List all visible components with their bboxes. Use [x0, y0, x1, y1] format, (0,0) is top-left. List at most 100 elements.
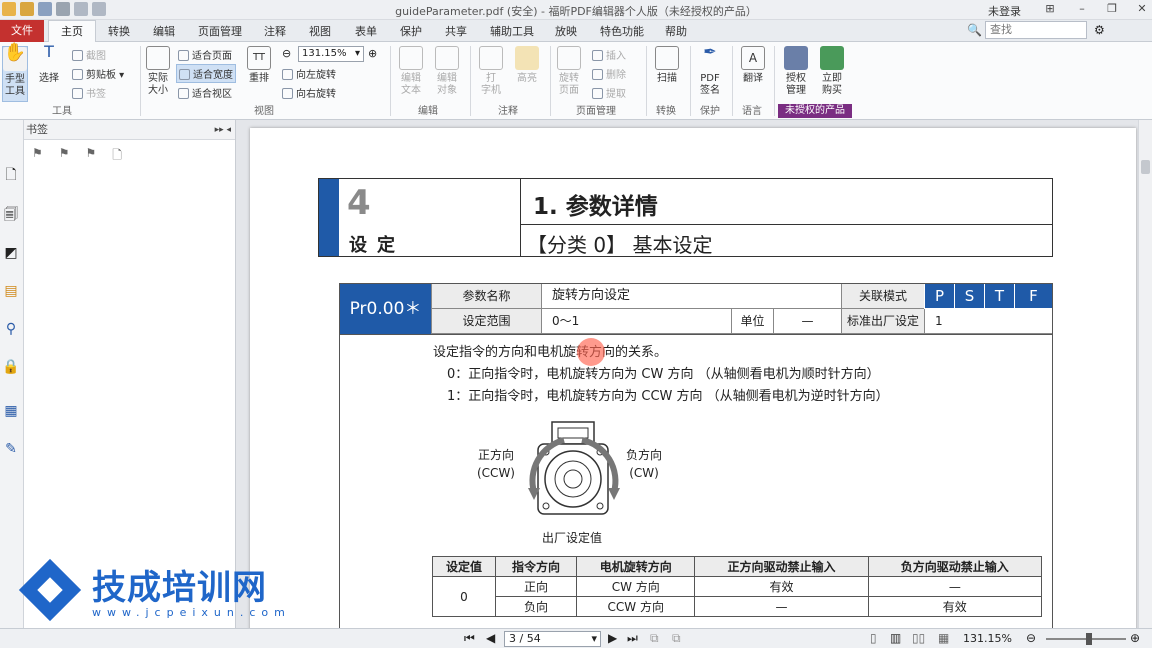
edit-text-button[interactable]: 编辑 文本 — [396, 46, 426, 97]
zoom-in-icon[interactable]: ⊕ — [368, 47, 377, 60]
close-icon[interactable]: ✕ — [1134, 2, 1150, 18]
fit-width-button[interactable]: 适合宽度 — [176, 64, 236, 83]
prev-page-icon[interactable]: ◀ — [486, 631, 495, 645]
fit-page-button[interactable]: 适合页面 — [178, 47, 232, 62]
ribbon-options-icon[interactable]: ⊞ — [1042, 2, 1058, 18]
table-header-row: 设定值 指令方向 电机旋转方向 正方向驱动禁止输入 负方向驱动禁止输入 — [432, 556, 1043, 577]
reflow-button[interactable]: TT 重排 — [246, 46, 272, 85]
lock-icon[interactable]: 🔒 — [2, 358, 20, 376]
tab-edit[interactable]: 编辑 — [153, 23, 175, 39]
settings-icon[interactable]: ⚙ — [1094, 23, 1105, 37]
tab-convert[interactable]: 转换 — [108, 23, 130, 39]
rotate-left-button[interactable]: 向左旋转 — [282, 66, 336, 81]
next-view-icon[interactable]: ⧉ — [672, 631, 681, 646]
edit-object-button[interactable]: 编辑 对象 — [432, 46, 462, 97]
tab-comment[interactable]: 注释 — [264, 23, 286, 39]
tab-file[interactable]: 文件 — [0, 20, 44, 42]
prev-view-icon[interactable]: ⧉ — [650, 631, 659, 646]
chapter-header: 4 设定 1. 参数详情 【分类 0】 基本设定 — [318, 178, 1053, 257]
hand-tool-button[interactable]: ✋ 手型 工具 — [2, 44, 28, 102]
search-input[interactable]: 查找 — [985, 21, 1087, 39]
rotate-right-button[interactable]: 向右旋转 — [282, 85, 336, 100]
table-header: 设定值 — [432, 556, 496, 577]
buy-now-button[interactable]: 立即 购买 — [816, 46, 848, 97]
find-icon: 🔍 — [967, 23, 982, 37]
tab-page-manage[interactable]: 页面管理 — [198, 23, 242, 39]
extract-page-button[interactable]: 提取 — [592, 85, 626, 100]
tab-form[interactable]: 表单 — [355, 23, 377, 39]
tab-help[interactable]: 帮助 — [665, 23, 687, 39]
title-bar: guideParameter.pdf (安全) - 福昕PDF编辑器个人版（未经… — [0, 0, 1152, 20]
continuous-icon[interactable]: ▥ — [890, 631, 901, 645]
fit-view-button[interactable]: 适合视区 — [178, 85, 232, 100]
scan-button[interactable]: 扫描 — [652, 46, 682, 85]
bookmark-options-icon[interactable]: 🗋 — [112, 146, 122, 167]
single-page-icon[interactable]: ▯ — [870, 631, 877, 645]
separator — [470, 46, 471, 116]
last-page-icon[interactable]: ⏭ — [627, 631, 638, 646]
document-area: 4 设定 1. 参数详情 【分类 0】 基本设定 Pr0.00＊ 参数名称 旋转… — [236, 120, 1152, 648]
next-page-icon[interactable]: ▶ — [608, 631, 617, 645]
zoom-in-status-icon[interactable]: ⊕ — [1130, 631, 1140, 645]
facing-icon[interactable]: ▯▯ — [912, 631, 925, 645]
panel-collapse-icon[interactable]: ▸▸ ◂ — [215, 120, 231, 140]
continuous-facing-icon[interactable]: ▦ — [938, 631, 949, 645]
scrollbar-thumb[interactable] — [1141, 160, 1150, 174]
insert-page-button[interactable]: 插入 — [592, 47, 626, 62]
mode-s: S — [954, 284, 984, 308]
pdf-sign-button[interactable]: ✒ PDF 签名 — [694, 44, 726, 97]
bookmark-button[interactable]: 书签 — [72, 85, 106, 100]
minimize-icon[interactable]: – — [1074, 2, 1090, 18]
zoom-out-status-icon[interactable]: ⊖ — [1026, 631, 1036, 645]
tab-home[interactable]: 主页 — [48, 20, 96, 43]
restore-icon[interactable]: ❐ — [1104, 2, 1120, 18]
attachment-icon[interactable]: ⚲ — [2, 320, 20, 338]
table-cell: 负向 — [494, 596, 578, 617]
table-cell: — — [694, 596, 869, 617]
typewriter-button[interactable]: 打 字机 — [476, 46, 506, 97]
zoom-out-icon[interactable]: ⊖ — [282, 47, 291, 60]
tab-features[interactable]: 特色功能 — [600, 23, 644, 39]
vertical-scrollbar[interactable] — [1138, 120, 1152, 628]
mode-p: P — [924, 284, 954, 308]
thumbnails-icon[interactable]: 🗐 — [2, 206, 20, 224]
rotate-left-icon — [282, 69, 293, 80]
comments-icon[interactable]: ▤ — [2, 282, 20, 300]
clipboard-button[interactable]: 剪贴板 ▾ — [72, 66, 124, 81]
range-value: 0〜1 — [541, 309, 731, 334]
separator — [774, 46, 775, 116]
label-default: 标准出厂设定 — [841, 309, 924, 334]
hand-icon: ✋ — [3, 44, 27, 71]
bookmark-find-icon[interactable]: ⚑ — [86, 146, 97, 167]
select-button[interactable]: T 选择 — [34, 44, 64, 85]
bookmark-add-icon[interactable]: ⚑ — [32, 146, 43, 167]
delete-page-button[interactable]: 删除 — [592, 66, 626, 81]
zoom-slider-thumb[interactable] — [1086, 633, 1092, 645]
tab-share[interactable]: 共享 — [445, 23, 467, 39]
highlight-button[interactable]: 高亮 — [512, 46, 542, 85]
tab-view[interactable]: 视图 — [309, 23, 331, 39]
bookmark-expand-icon[interactable]: ⚑ — [59, 146, 70, 167]
zoom-combobox[interactable]: 131.15% ▾ — [298, 46, 364, 62]
tab-slideshow[interactable]: 放映 — [555, 23, 577, 39]
parameter-code: Pr0.00＊ — [340, 284, 431, 334]
rotate-page-button[interactable]: 旋转 页面 — [554, 46, 584, 97]
login-button[interactable]: 未登录 — [988, 3, 1021, 19]
fit-view-icon — [178, 88, 189, 99]
first-page-icon[interactable]: ⏮ — [464, 631, 475, 646]
tab-protect[interactable]: 保护 — [400, 23, 422, 39]
form-icon[interactable]: ▦ — [2, 402, 20, 420]
license-manage-button[interactable]: 授权 管理 — [780, 46, 812, 97]
layers-icon[interactable]: ◩ — [2, 244, 20, 262]
translate-button[interactable]: A 翻译 — [738, 46, 768, 85]
label-range: 设定范围 — [431, 309, 541, 334]
signature-icon[interactable]: ✎ — [2, 440, 20, 458]
table-header: 正方向驱动禁止输入 — [694, 556, 869, 577]
screenshot-button[interactable]: 截图 — [72, 47, 106, 62]
tab-accessibility[interactable]: 辅助工具 — [490, 23, 534, 39]
page-number-input[interactable]: 3 / 54 ▾ — [504, 631, 601, 647]
actual-size-button[interactable]: 实际 大小 — [144, 46, 172, 97]
pages-icon[interactable]: 🗋 — [2, 166, 20, 184]
camera-icon — [72, 50, 83, 61]
reflow-icon: TT — [247, 46, 271, 70]
